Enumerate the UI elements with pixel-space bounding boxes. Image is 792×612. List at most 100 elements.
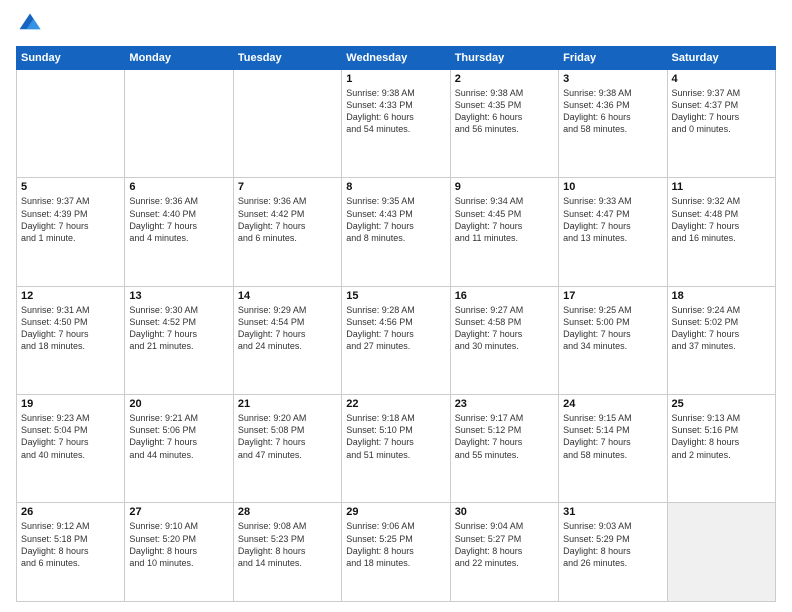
day-info: Sunrise: 9:20 AM Sunset: 5:08 PM Dayligh…	[238, 412, 337, 461]
day-number: 28	[238, 506, 337, 518]
day-number: 26	[21, 506, 120, 518]
weekday-header-row: SundayMondayTuesdayWednesdayThursdayFrid…	[17, 47, 776, 70]
day-number: 3	[563, 73, 662, 85]
day-number: 15	[346, 290, 445, 302]
day-info: Sunrise: 9:18 AM Sunset: 5:10 PM Dayligh…	[346, 412, 445, 461]
calendar-table: SundayMondayTuesdayWednesdayThursdayFrid…	[16, 46, 776, 602]
day-number: 5	[21, 181, 120, 193]
day-number: 30	[455, 506, 554, 518]
calendar-week-1: 5 Sunrise: 9:37 AM Sunset: 4:39 PM Daylig…	[17, 178, 776, 286]
day-number: 4	[672, 73, 771, 85]
calendar-cell: 23 Sunrise: 9:17 AM Sunset: 5:12 PM Dayli…	[450, 395, 558, 503]
calendar-cell	[125, 70, 233, 178]
calendar-cell: 10Sunrise: 9:33 AM Sunset: 4:47 PM Dayli…	[559, 178, 667, 286]
calendar-cell: 22 Sunrise: 9:18 AM Sunset: 5:10 PM Dayli…	[342, 395, 450, 503]
calendar-cell	[233, 70, 341, 178]
day-info: Sunrise: 9:08 AM Sunset: 5:23 PM Dayligh…	[238, 520, 337, 569]
calendar-cell: 11Sunrise: 9:32 AM Sunset: 4:48 PM Dayli…	[667, 178, 775, 286]
day-info: Sunrise: 9:34 AM Sunset: 4:45 PM Dayligh…	[455, 195, 554, 244]
day-number: 7	[238, 181, 337, 193]
weekday-header-saturday: Saturday	[667, 47, 775, 70]
day-number: 9	[455, 181, 554, 193]
day-info: Sunrise: 9:36 AM Sunset: 4:42 PM Dayligh…	[238, 195, 337, 244]
page: SundayMondayTuesdayWednesdayThursdayFrid…	[0, 0, 792, 612]
day-info: Sunrise: 9:31 AM Sunset: 4:50 PM Dayligh…	[21, 304, 120, 353]
day-info: Sunrise: 9:28 AM Sunset: 4:56 PM Dayligh…	[346, 304, 445, 353]
day-info: Sunrise: 9:35 AM Sunset: 4:43 PM Dayligh…	[346, 195, 445, 244]
calendar-cell: 14Sunrise: 9:29 AM Sunset: 4:54 PM Dayli…	[233, 286, 341, 394]
calendar-cell: 28 Sunrise: 9:08 AM Sunset: 5:23 PM Dayli…	[233, 503, 341, 602]
day-number: 31	[563, 506, 662, 518]
calendar-cell: 3 Sunrise: 9:38 AM Sunset: 4:36 PM Daylig…	[559, 70, 667, 178]
day-number: 21	[238, 398, 337, 410]
day-number: 19	[21, 398, 120, 410]
day-number: 23	[455, 398, 554, 410]
day-number: 12	[21, 290, 120, 302]
day-info: Sunrise: 9:15 AM Sunset: 5:14 PM Dayligh…	[563, 412, 662, 461]
day-info: Sunrise: 9:38 AM Sunset: 4:35 PM Dayligh…	[455, 87, 554, 136]
calendar-week-0: 1 Sunrise: 9:38 AM Sunset: 4:33 PM Daylig…	[17, 70, 776, 178]
day-number: 20	[129, 398, 228, 410]
calendar-cell: 12 Sunrise: 9:31 AM Sunset: 4:50 PM Dayli…	[17, 286, 125, 394]
day-number: 8	[346, 181, 445, 193]
calendar-cell: 6 Sunrise: 9:36 AM Sunset: 4:40 PM Daylig…	[125, 178, 233, 286]
calendar-cell: 29 Sunrise: 9:06 AM Sunset: 5:25 PM Dayli…	[342, 503, 450, 602]
day-info: Sunrise: 9:38 AM Sunset: 4:36 PM Dayligh…	[563, 87, 662, 136]
day-number: 22	[346, 398, 445, 410]
day-info: Sunrise: 9:36 AM Sunset: 4:40 PM Dayligh…	[129, 195, 228, 244]
day-number: 1	[346, 73, 445, 85]
calendar-cell: 19 Sunrise: 9:23 AM Sunset: 5:04 PM Dayli…	[17, 395, 125, 503]
calendar-cell: 16 Sunrise: 9:27 AM Sunset: 4:58 PM Dayli…	[450, 286, 558, 394]
weekday-header-wednesday: Wednesday	[342, 47, 450, 70]
weekday-header-monday: Monday	[125, 47, 233, 70]
calendar-cell: 24 Sunrise: 9:15 AM Sunset: 5:14 PM Dayli…	[559, 395, 667, 503]
logo-icon	[16, 10, 44, 38]
day-number: 27	[129, 506, 228, 518]
day-info: Sunrise: 9:23 AM Sunset: 5:04 PM Dayligh…	[21, 412, 120, 461]
calendar-cell: 27 Sunrise: 9:10 AM Sunset: 5:20 PM Dayli…	[125, 503, 233, 602]
calendar-cell: 13Sunrise: 9:30 AM Sunset: 4:52 PM Dayli…	[125, 286, 233, 394]
day-number: 25	[672, 398, 771, 410]
calendar-cell: 25Sunrise: 9:13 AM Sunset: 5:16 PM Dayli…	[667, 395, 775, 503]
day-info: Sunrise: 9:17 AM Sunset: 5:12 PM Dayligh…	[455, 412, 554, 461]
day-number: 18	[672, 290, 771, 302]
calendar-cell: 21 Sunrise: 9:20 AM Sunset: 5:08 PM Dayli…	[233, 395, 341, 503]
day-info: Sunrise: 9:21 AM Sunset: 5:06 PM Dayligh…	[129, 412, 228, 461]
day-number: 29	[346, 506, 445, 518]
day-info: Sunrise: 9:37 AM Sunset: 4:39 PM Dayligh…	[21, 195, 120, 244]
day-number: 11	[672, 181, 771, 193]
weekday-header-sunday: Sunday	[17, 47, 125, 70]
calendar-week-3: 19 Sunrise: 9:23 AM Sunset: 5:04 PM Dayli…	[17, 395, 776, 503]
calendar-cell: 17 Sunrise: 9:25 AM Sunset: 5:00 PM Dayli…	[559, 286, 667, 394]
calendar-cell: 8 Sunrise: 9:35 AM Sunset: 4:43 PM Daylig…	[342, 178, 450, 286]
calendar-cell	[17, 70, 125, 178]
day-info: Sunrise: 9:24 AM Sunset: 5:02 PM Dayligh…	[672, 304, 771, 353]
calendar-week-2: 12 Sunrise: 9:31 AM Sunset: 4:50 PM Dayli…	[17, 286, 776, 394]
calendar-cell: 7 Sunrise: 9:36 AM Sunset: 4:42 PM Daylig…	[233, 178, 341, 286]
calendar-cell: 2 Sunrise: 9:38 AM Sunset: 4:35 PM Daylig…	[450, 70, 558, 178]
day-info: Sunrise: 9:10 AM Sunset: 5:20 PM Dayligh…	[129, 520, 228, 569]
day-number: 17	[563, 290, 662, 302]
day-info: Sunrise: 9:33 AM Sunset: 4:47 PM Dayligh…	[563, 195, 662, 244]
calendar-cell: 20 Sunrise: 9:21 AM Sunset: 5:06 PM Dayli…	[125, 395, 233, 503]
day-info: Sunrise: 9:30 AM Sunset: 4:52 PM Dayligh…	[129, 304, 228, 353]
day-number: 2	[455, 73, 554, 85]
calendar-cell: 26Sunrise: 9:12 AM Sunset: 5:18 PM Dayli…	[17, 503, 125, 602]
day-number: 24	[563, 398, 662, 410]
weekday-header-tuesday: Tuesday	[233, 47, 341, 70]
day-info: Sunrise: 9:03 AM Sunset: 5:29 PM Dayligh…	[563, 520, 662, 569]
day-info: Sunrise: 9:38 AM Sunset: 4:33 PM Dayligh…	[346, 87, 445, 136]
day-info: Sunrise: 9:29 AM Sunset: 4:54 PM Dayligh…	[238, 304, 337, 353]
calendar-cell: 4 Sunrise: 9:37 AM Sunset: 4:37 PM Daylig…	[667, 70, 775, 178]
day-info: Sunrise: 9:25 AM Sunset: 5:00 PM Dayligh…	[563, 304, 662, 353]
calendar-cell: 31 Sunrise: 9:03 AM Sunset: 5:29 PM Dayli…	[559, 503, 667, 602]
calendar-cell: 5 Sunrise: 9:37 AM Sunset: 4:39 PM Daylig…	[17, 178, 125, 286]
calendar-cell: 30Sunrise: 9:04 AM Sunset: 5:27 PM Dayli…	[450, 503, 558, 602]
day-number: 6	[129, 181, 228, 193]
day-info: Sunrise: 9:06 AM Sunset: 5:25 PM Dayligh…	[346, 520, 445, 569]
day-number: 16	[455, 290, 554, 302]
day-info: Sunrise: 9:37 AM Sunset: 4:37 PM Dayligh…	[672, 87, 771, 136]
day-info: Sunrise: 9:27 AM Sunset: 4:58 PM Dayligh…	[455, 304, 554, 353]
weekday-header-friday: Friday	[559, 47, 667, 70]
calendar-cell	[667, 503, 775, 602]
